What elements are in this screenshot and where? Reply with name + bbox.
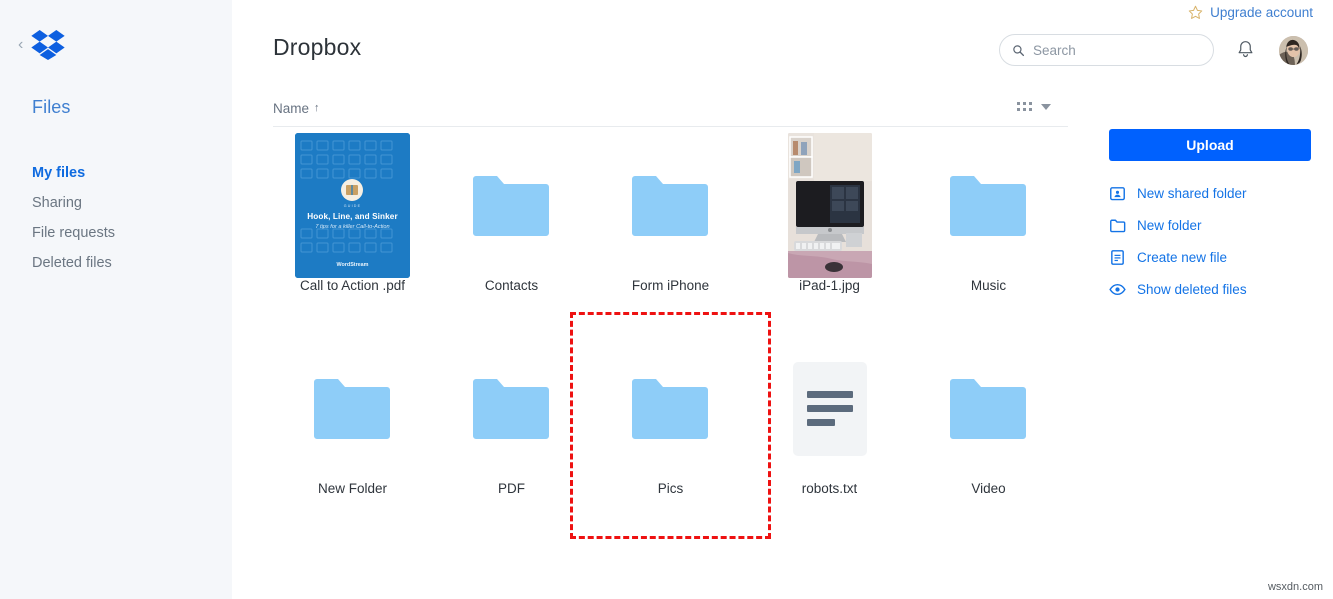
search-icon	[1013, 44, 1025, 56]
file-label: Call to Action .pdf	[299, 278, 406, 293]
file-item-pics[interactable]: Pics	[570, 312, 771, 539]
file-label: Pics	[657, 481, 684, 496]
page-title: Dropbox	[273, 34, 362, 60]
folder-icon	[632, 175, 708, 236]
file-item-video[interactable]: Video	[909, 336, 1068, 514]
upgrade-account-label: Upgrade account	[1210, 5, 1313, 20]
header-divider	[273, 126, 1068, 127]
sidebar-section-files[interactable]: Files	[32, 97, 71, 118]
column-header-name[interactable]: Name ↑	[273, 101, 320, 116]
folder-icon	[314, 378, 390, 439]
thumbnail	[432, 336, 591, 481]
grid-view-icon	[1017, 102, 1032, 111]
sort-ascending-icon: ↑	[314, 102, 320, 114]
search-box[interactable]	[999, 34, 1214, 66]
text-document-icon	[792, 361, 867, 456]
file-label: Music	[970, 278, 1007, 293]
file-grid: GUIDE Hook, Line, and Sinker 7 tips for …	[273, 133, 1068, 539]
folder-icon	[950, 175, 1026, 236]
action-label: Create new file	[1137, 249, 1228, 265]
document-icon	[1111, 249, 1124, 265]
file-item-music[interactable]: Music	[909, 133, 1068, 311]
file-label: PDF	[498, 481, 525, 496]
folder-icon	[1110, 219, 1126, 232]
dropbox-logo[interactable]	[31, 30, 65, 60]
brand-row: ‹	[18, 30, 65, 60]
left-sidebar: ‹ Files My files Sharing File requests D…	[0, 0, 232, 599]
file-item-robots-txt[interactable]: robots.txt	[750, 336, 909, 514]
pdf-cover-badge: GUIDE	[343, 204, 362, 208]
folder-icon	[473, 378, 549, 439]
notification-bell-icon	[1238, 41, 1253, 58]
sidebar-nav-list: My files Sharing File requests Deleted f…	[32, 158, 222, 278]
action-list: New shared folder New folder Create new …	[1109, 177, 1311, 305]
eye-icon	[1109, 283, 1126, 295]
notifications-button[interactable]	[1236, 39, 1258, 63]
show-deleted-files-button[interactable]: Show deleted files	[1109, 273, 1311, 305]
file-label: Video	[971, 481, 1006, 496]
user-avatar	[1279, 36, 1308, 65]
file-item-form-iphone[interactable]: Form iPhone	[591, 133, 750, 311]
right-action-panel: Upload New shared folder New folder Crea…	[1109, 129, 1311, 305]
folder-icon	[473, 175, 549, 236]
thumbnail	[750, 336, 909, 481]
action-label: New shared folder	[1137, 185, 1247, 201]
avatar[interactable]	[1279, 36, 1308, 65]
file-item-ipad-1-jpg[interactable]: iPad-1.jpg	[750, 133, 909, 311]
pdf-cover-subtitle: 7 tips for a killer Call-to-Action	[315, 224, 390, 230]
create-new-file-button[interactable]: Create new file	[1109, 241, 1311, 273]
thumbnail	[750, 133, 909, 278]
pdf-cover-title: Hook, Line, and Sinker	[307, 212, 398, 221]
thumbnail: GUIDE Hook, Line, and Sinker 7 tips for …	[273, 133, 432, 278]
search-input[interactable]	[1033, 42, 1201, 58]
file-item-pdf[interactable]: PDF	[432, 336, 591, 514]
thumbnail	[909, 336, 1068, 481]
thumbnail	[591, 336, 750, 481]
shared-folder-icon	[1110, 186, 1125, 200]
chevron-left-icon[interactable]: ‹	[18, 37, 23, 53]
folder-icon	[632, 378, 708, 439]
thumbnail	[591, 133, 750, 278]
pdf-cover-brand: WordStream	[336, 262, 369, 268]
chevron-down-icon	[1041, 103, 1051, 110]
file-item-new-folder[interactable]: New Folder	[273, 336, 432, 514]
thumbnail	[432, 133, 591, 278]
thumbnail	[909, 133, 1068, 278]
upgrade-account-link[interactable]: Upgrade account	[1188, 5, 1313, 20]
file-label: Contacts	[484, 278, 539, 293]
file-label: robots.txt	[801, 481, 858, 496]
file-label: Form iPhone	[631, 278, 710, 293]
view-options-toggle[interactable]	[1017, 102, 1051, 111]
column-header: Name ↑	[273, 100, 1068, 126]
new-shared-folder-button[interactable]: New shared folder	[1109, 177, 1311, 209]
file-item-contacts[interactable]: Contacts	[432, 133, 591, 311]
action-label: Show deleted files	[1137, 281, 1247, 297]
photo-thumbnail	[787, 133, 872, 278]
sidebar-item-sharing[interactable]: Sharing	[32, 188, 222, 218]
dropbox-app-window: ‹ Files My files Sharing File requests D…	[0, 0, 1333, 599]
file-label: iPad-1.jpg	[799, 278, 860, 293]
star-icon	[1188, 5, 1203, 19]
pdf-cover-thumbnail: GUIDE Hook, Line, and Sinker 7 tips for …	[295, 133, 410, 278]
sidebar-item-deleted-files[interactable]: Deleted files	[32, 248, 222, 278]
sidebar-item-my-files[interactable]: My files	[32, 158, 222, 188]
column-header-name-label: Name	[273, 101, 310, 116]
new-folder-button[interactable]: New folder	[1109, 209, 1311, 241]
folder-icon	[950, 378, 1026, 439]
upload-button[interactable]: Upload	[1109, 129, 1311, 161]
thumbnail	[273, 336, 432, 481]
file-label: New Folder	[317, 481, 388, 496]
file-item-call-to-action-pdf[interactable]: GUIDE Hook, Line, and Sinker 7 tips for …	[273, 133, 432, 311]
watermark: wsxdn.com	[1267, 581, 1323, 593]
sidebar-item-file-requests[interactable]: File requests	[32, 218, 222, 248]
action-label: New folder	[1137, 217, 1202, 233]
